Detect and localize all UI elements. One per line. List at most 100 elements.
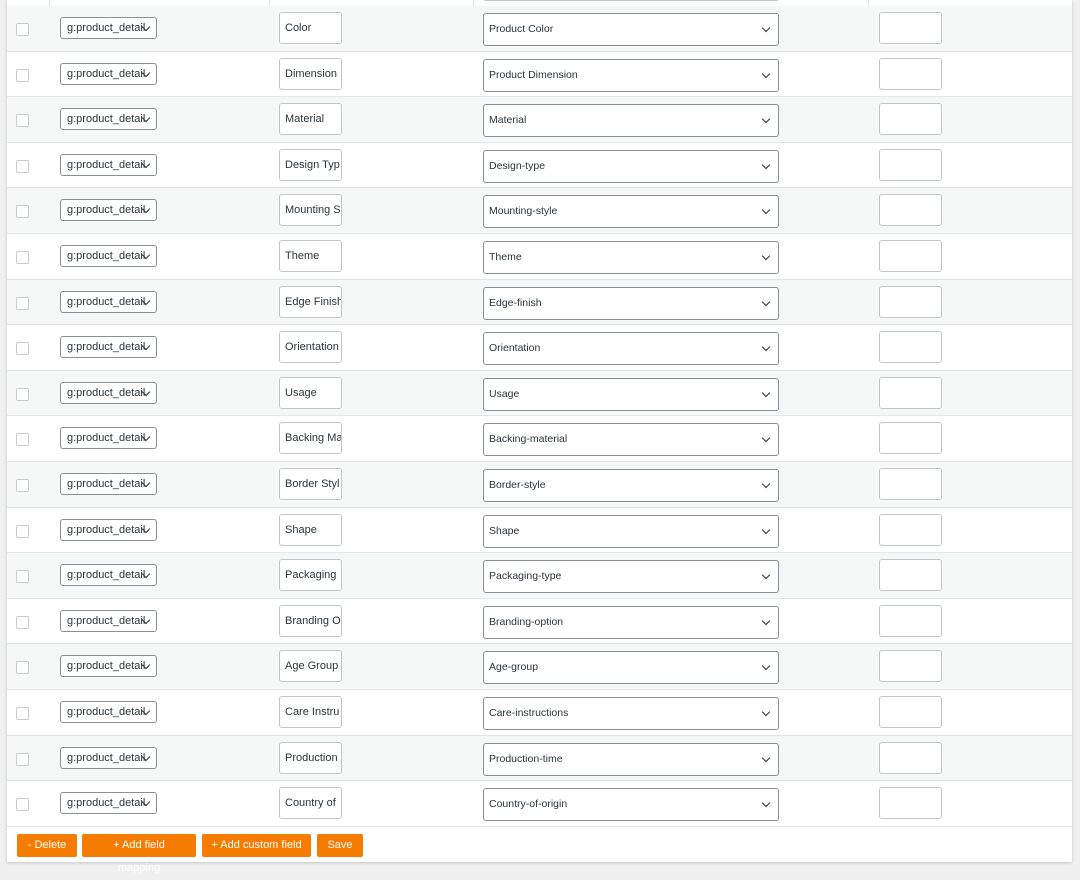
field-label-input[interactable]: Branding O [279,604,342,637]
field-label-input[interactable]: Edge Finish [279,285,342,318]
attribute-select[interactable]: Packaging-type [483,560,779,594]
attribute-select[interactable]: Branding-option [483,605,779,639]
checkbox-icon[interactable] [16,387,29,401]
field-label-input[interactable]: Backing Ma [279,422,342,455]
field-label-input[interactable]: Country of [279,787,342,820]
value-input[interactable] [879,741,942,774]
add-field-mapping-button[interactable]: + Add field mapping [82,834,196,874]
checkbox-icon[interactable] [16,661,29,675]
prefix-select[interactable]: g:product_detail [60,244,157,267]
field-label-input[interactable]: Dimension [279,57,342,90]
field-label-value: Age Group [285,660,339,673]
prefix-select[interactable]: g:product_detail [60,290,157,313]
prefix-select[interactable]: g:product_detail [60,518,157,541]
value-input[interactable] [879,285,942,318]
field-label-value: Theme [285,249,320,262]
field-label-input[interactable]: Age Group [279,650,342,683]
delete-button[interactable]: - Delete [17,834,77,857]
attribute-select[interactable]: Product Color [483,13,779,46]
prefix-select[interactable]: g:product_detail [60,427,157,450]
prefix-select[interactable]: g:product_detail [60,108,157,131]
checkbox-icon[interactable] [16,570,29,584]
value-input[interactable] [879,604,942,637]
prefix-select[interactable]: g:product_detail [60,153,157,176]
prefix-select[interactable]: g:product_detail [60,199,157,222]
value-input[interactable] [879,787,942,820]
attribute-select[interactable]: Country-of-origin [483,788,779,822]
prefix-select[interactable]: g:product_detail [60,564,157,587]
checkbox-icon[interactable] [16,159,29,173]
attribute-select[interactable]: Material [483,104,779,138]
attribute-select[interactable]: Production-time [483,742,779,776]
attribute-select[interactable]: Product Dimension [483,58,779,92]
attribute-select[interactable]: Backing-material [483,423,779,457]
field-label-input[interactable]: Production [279,741,342,774]
checkbox-icon[interactable] [16,798,29,812]
attribute-select[interactable]: Usage [483,377,779,411]
checkbox-icon[interactable] [16,706,29,720]
attribute-select[interactable]: Care-instructions [483,696,779,730]
attribute-select[interactable]: Mounting-style [483,195,779,229]
add-custom-field-button[interactable]: + Add custom field [202,834,311,857]
prefix-select[interactable]: g:product_detail [60,472,157,495]
field-label-input[interactable]: Material [279,103,342,136]
attribute-select[interactable]: Border-style [483,468,779,502]
checkbox-icon[interactable] [16,478,29,492]
value-input[interactable] [879,239,942,272]
prefix-select[interactable]: g:product_detail [60,62,157,85]
checkbox-icon[interactable] [16,114,29,128]
value-input[interactable] [879,148,942,181]
value-input[interactable] [879,331,942,364]
attribute-select[interactable]: Shape [483,514,779,548]
attribute-select[interactable]: Orientation [483,332,779,366]
field-label-input[interactable]: Orientation [279,331,342,364]
prefix-select[interactable]: g:product_detail [60,17,157,39]
field-label-input[interactable]: Mounting S [279,194,342,227]
value-input[interactable] [879,650,942,683]
checkbox-icon[interactable] [16,205,29,219]
table-row: g:product_detail Packaging Packaging-type [7,553,1072,599]
field-label-input[interactable]: Theme [279,239,342,272]
prefix-select[interactable]: g:product_detail [60,381,157,404]
value-input[interactable] [879,695,942,728]
field-label-input[interactable]: Usage [279,376,342,409]
field-label-input[interactable]: Border Styl [279,467,342,500]
prefix-select[interactable]: g:product_detail [60,792,157,815]
attribute-select[interactable]: Design-type [483,149,779,183]
value-input[interactable] [879,422,942,455]
value-input[interactable] [879,194,942,227]
attribute-select-value: Product Dimension [489,68,578,81]
checkbox-icon[interactable] [16,524,29,538]
attribute-select[interactable]: Age-group [483,651,779,685]
checkbox-icon[interactable] [16,433,29,447]
value-input[interactable] [879,513,942,546]
checkbox-icon[interactable] [16,23,29,36]
value-input[interactable] [879,376,942,409]
field-label-value: Edge Finish [285,295,342,308]
value-input[interactable] [879,559,942,592]
attribute-select[interactable]: Theme [483,240,779,274]
checkbox-icon[interactable] [16,250,29,264]
prefix-select[interactable]: g:product_detail [60,746,157,769]
field-label-input[interactable]: Design Typ [279,148,342,181]
checkbox-icon[interactable] [16,342,29,356]
value-input[interactable] [879,57,942,90]
attribute-select-partial[interactable] [483,0,779,1]
attribute-select[interactable]: Edge-finish [483,286,779,320]
field-label-input[interactable]: Color [279,12,342,44]
value-input[interactable] [879,12,942,44]
prefix-select[interactable]: g:product_detail [60,609,157,632]
prefix-select[interactable]: g:product_detail [60,336,157,359]
checkbox-icon[interactable] [16,296,29,310]
checkbox-icon[interactable] [16,752,29,766]
field-label-input[interactable]: Shape [279,513,342,546]
field-label-input[interactable]: Care Instru [279,695,342,728]
value-input[interactable] [879,103,942,136]
save-button[interactable]: Save [317,834,363,857]
value-input[interactable] [879,467,942,500]
field-label-input[interactable]: Packaging [279,559,342,592]
checkbox-icon[interactable] [16,68,29,82]
prefix-select[interactable]: g:product_detail [60,700,157,723]
checkbox-icon[interactable] [16,615,29,629]
prefix-select[interactable]: g:product_detail [60,655,157,678]
